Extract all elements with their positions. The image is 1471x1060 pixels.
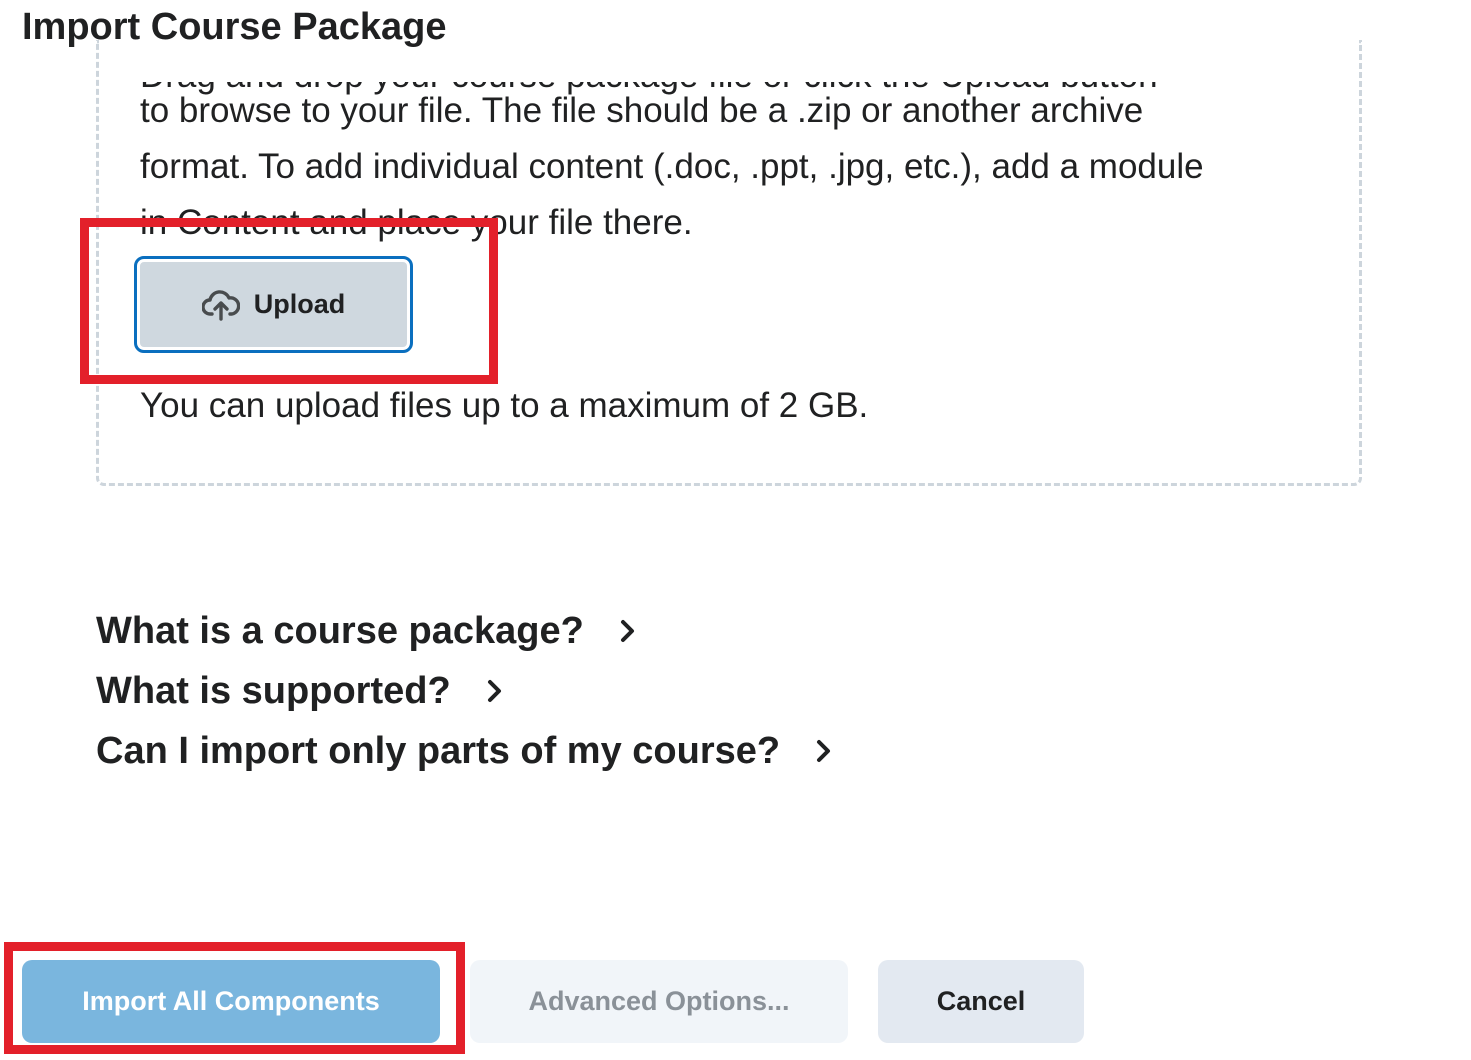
max-size-note: You can upload files up to a maximum of … xyxy=(140,386,869,425)
chevron-right-icon xyxy=(817,740,831,762)
help-link-supported[interactable]: What is supported? xyxy=(96,666,505,716)
help-link-import-parts[interactable]: Can I import only parts of my course? xyxy=(96,726,834,776)
help-link-label: Can I import only parts of my course? xyxy=(96,730,781,772)
cloud-upload-icon xyxy=(201,289,240,321)
upload-button-label: Upload xyxy=(253,289,346,319)
instruction-line-2: format. To add individual content (.doc,… xyxy=(140,147,1204,186)
help-link-label: What is a course package? xyxy=(96,610,584,652)
import-all-components-button[interactable]: Import All Components xyxy=(22,960,440,1043)
cancel-button[interactable]: Cancel xyxy=(878,960,1084,1043)
help-link-label: What is supported? xyxy=(96,670,451,712)
advanced-options-button[interactable]: Advanced Options... xyxy=(470,960,848,1043)
help-link-course-package[interactable]: What is a course package? xyxy=(96,606,638,656)
chevron-right-icon xyxy=(620,620,634,642)
import-course-package-page: Import Course Package Drag and drop your… xyxy=(0,0,1471,1060)
upload-button[interactable]: Upload xyxy=(134,256,413,353)
instruction-line-1: to browse to your file. The file should … xyxy=(140,91,1144,130)
chevron-right-icon xyxy=(487,680,501,702)
instruction-line-3: in Content and place your file there. xyxy=(140,203,693,242)
